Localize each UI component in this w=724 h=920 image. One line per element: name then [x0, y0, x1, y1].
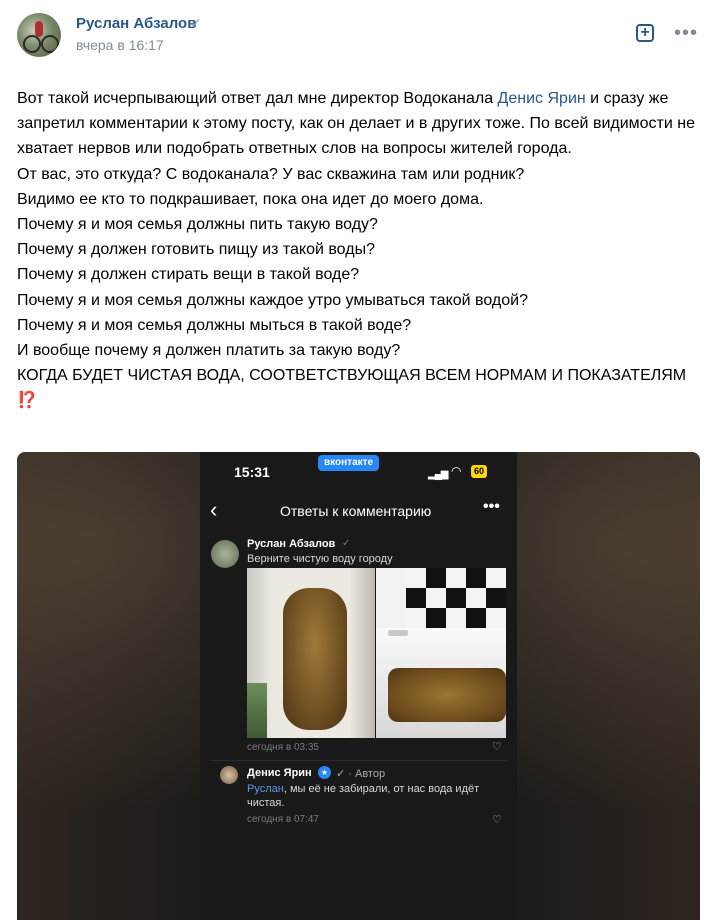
battery-icon: 60	[471, 465, 488, 478]
mention-link[interactable]: Денис Ярин	[498, 90, 586, 107]
post-line: И вообще почему я должен платить за таку…	[17, 342, 401, 360]
avatar	[220, 766, 238, 784]
author-avatar[interactable]	[17, 13, 61, 57]
post-line: Видимо ее кто то подкрашивает, пока она …	[17, 190, 484, 208]
comment-mention: Руслан	[247, 783, 284, 795]
post-line: Почему я и моя семья должны мыться в так…	[17, 316, 412, 334]
post-intro: Вот такой исчерпывающий ответ дал мне ди…	[17, 90, 695, 158]
status-time: 15:31	[234, 464, 270, 480]
post-line: Почему я и моя семья должны пить такую в…	[17, 216, 378, 234]
divider	[210, 760, 507, 761]
comment-text: Верните чистую воду городу	[247, 553, 393, 565]
comment-photo	[247, 568, 375, 738]
wifi-icon: ◠	[451, 464, 462, 478]
post-line: Почему я должен готовить пищу из такой в…	[17, 241, 375, 259]
screen-title: Ответы к комментарию	[280, 503, 432, 519]
post-line: Почему я должен стирать вещи в такой вод…	[17, 266, 360, 284]
shield-icon: ★	[318, 766, 331, 779]
post-line: Почему я и моя семья должны каждое утро …	[17, 291, 528, 309]
comment-date: сегодня в 03:35	[247, 742, 319, 753]
phone-screenshot: 15:31 вконтакте ▂▄▆ ◠ 60 ‹ Ответы к комм…	[200, 452, 517, 920]
heart-icon: ♡	[492, 814, 502, 826]
vk-badge: вконтакте	[318, 455, 380, 471]
comment-author: Руслан Абзалов	[247, 538, 336, 550]
more-icon: •••	[483, 498, 500, 515]
add-icon[interactable]: +	[636, 24, 654, 42]
post-line: КОГДА БУДЕТ ЧИСТАЯ ВОДА, СООТВЕТСТВУЮЩАЯ…	[17, 367, 687, 385]
comment-photo	[376, 568, 506, 738]
post-line: От вас, это откуда? С водоканала? У вас …	[17, 165, 525, 183]
back-icon: ‹	[210, 497, 218, 522]
post-image[interactable]: 15:31 вконтакте ▂▄▆ ◠ 60 ‹ Ответы к комм…	[17, 452, 700, 920]
more-icon[interactable]: •••	[674, 22, 698, 45]
comment-author: Денис Ярин	[247, 767, 312, 779]
check-icon: ✓	[342, 538, 351, 549]
author-tag: ✓ · Автор	[336, 768, 386, 780]
post-text: Вот такой исчерпывающий ответ дал мне ди…	[17, 86, 707, 414]
signal-icon: ▂▄▆	[428, 469, 448, 480]
exclamation-question-icon: ⁉️	[17, 392, 37, 410]
post-header: Руслан Абзалов ✓ вчера в 16:17 + •••	[0, 0, 724, 70]
verified-icon: ✓	[190, 15, 202, 31]
comment-text: Руслан, мы её не забирали, от нас вода и…	[247, 783, 480, 809]
post-timestamp[interactable]: вчера в 16:17	[76, 37, 164, 53]
avatar	[211, 540, 239, 568]
heart-icon: ♡	[492, 741, 502, 753]
comment-date: сегодня в 07:47	[247, 814, 319, 825]
author-name[interactable]: Руслан Абзалов	[76, 15, 196, 32]
